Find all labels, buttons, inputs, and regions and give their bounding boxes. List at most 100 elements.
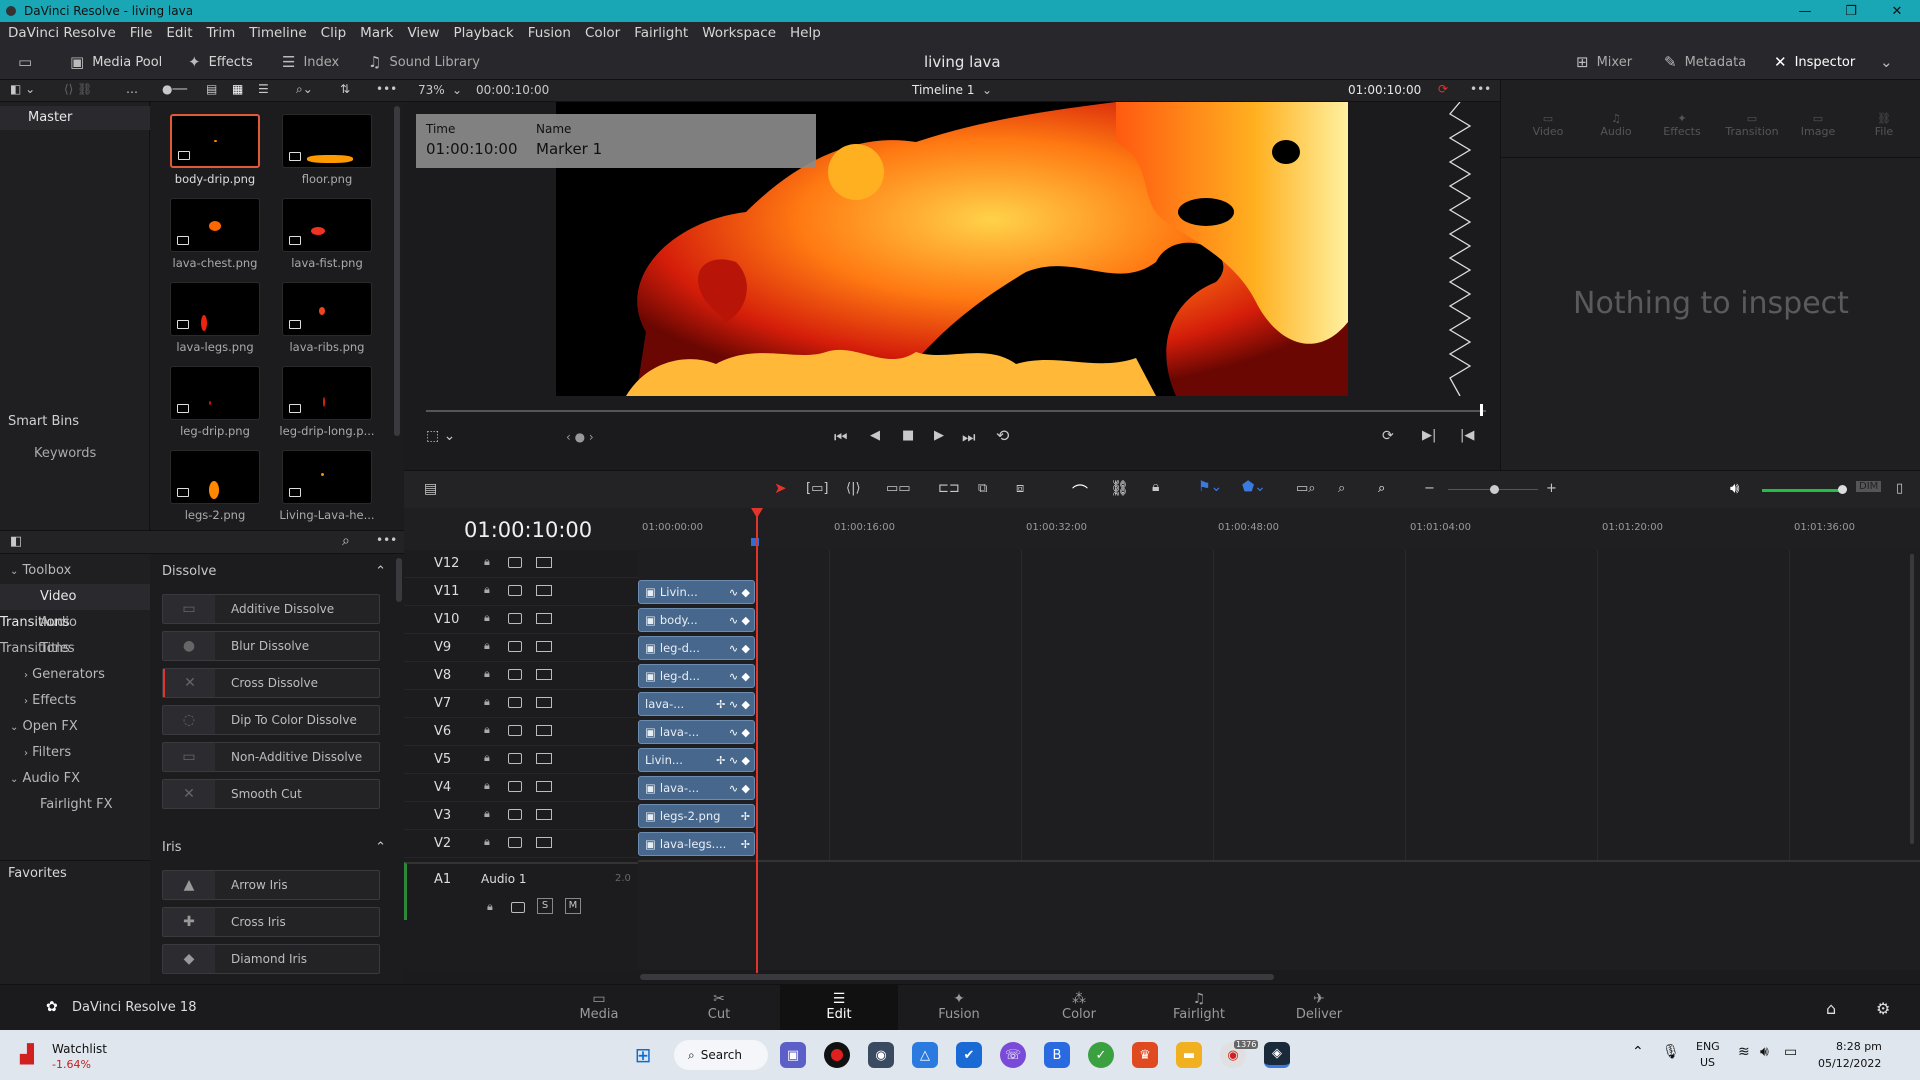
playhead-handle[interactable] [751,508,763,518]
lock-icon[interactable]: 🔒︎ [484,807,490,821]
dim-button[interactable]: DIM [1856,481,1882,492]
selection-tool-icon[interactable]: ➤ [774,479,787,497]
tab-video[interactable]: ▭ Video [1521,112,1575,138]
metadata-view-icon[interactable]: ▤ [206,82,217,96]
media-clip[interactable]: lava-legs.png [160,282,270,364]
track-header[interactable]: V7 🔒︎ [404,690,638,718]
track-header[interactable]: V9 🔒︎ [404,634,638,662]
track-header[interactable]: V3 🔒︎ [404,802,638,830]
play-icon[interactable]: ▶ [934,428,944,443]
mute-button[interactable]: M [565,898,581,914]
scrubber-bar[interactable] [426,410,1486,412]
timeline-track-area[interactable] [638,550,1920,980]
menu-edit[interactable]: Edit [166,25,192,41]
workspace-toggle-button[interactable]: ▭ [18,44,32,80]
tree-favorites[interactable]: Favorites [0,860,150,886]
davinci-taskbar-icon[interactable]: ◈ [1264,1042,1290,1068]
tab-audio[interactable]: ♫ Audio [1589,112,1643,138]
timeline-clip[interactable]: ▣ leg-d... ∿ ◆ [638,664,755,688]
lock-icon[interactable]: 🔒︎ [484,779,490,793]
menu-playback[interactable]: Playback [454,25,514,41]
fx-item[interactable]: ▲ Arrow Iris [162,870,380,900]
menu-fairlight[interactable]: Fairlight [634,25,688,41]
audio-track-header[interactable]: A1 Audio 1 2.0 🔒︎ S M [404,862,638,920]
fx-item[interactable]: ✕ Smooth Cut [162,779,380,809]
maximize-button[interactable]: ❐ [1828,4,1874,19]
zoom-detail-icon[interactable]: ⌕ [1338,481,1345,496]
play-reverse-icon[interactable]: ◀ [870,428,880,443]
menu-fusion[interactable]: Fusion [528,25,571,41]
media-clip[interactable]: lava-ribs.png [272,282,382,364]
minimize-button[interactable]: — [1782,4,1828,19]
position-lock-icon[interactable]: 🔒︎ [1152,479,1159,495]
timeline-clip[interactable]: ▣ body... ∿ ◆ [638,608,755,632]
auto-select-icon[interactable] [508,613,522,624]
link-icon[interactable]: ⟨⟩ ⛓ [64,82,92,96]
windows-start-icon[interactable]: ⊞ [630,1042,656,1068]
timeline-selector[interactable]: Timeline 1 [912,83,974,97]
replace-clip-icon[interactable]: ⧈ [1016,481,1024,496]
tree-video-transitions[interactable]: Video Transitions [0,584,150,630]
auto-select-icon[interactable] [508,641,522,652]
auto-select-icon[interactable] [508,669,522,680]
menu-mark[interactable]: Mark [360,25,393,41]
sort-icon[interactable]: ⇅ [340,82,350,96]
auto-select-icon[interactable] [508,781,522,792]
track-header[interactable]: V2 🔒︎ [404,830,638,858]
smart-bin-keywords[interactable]: Keywords [34,446,96,461]
dynamic-trim-icon[interactable]: ⟨|⟩ [846,481,861,496]
menu-color[interactable]: Color [585,25,620,41]
list-view-icon[interactable]: ☰ [258,82,269,96]
tab-file[interactable]: ⛓ File [1857,112,1911,138]
tab-effects[interactable]: ✦ Effects [1655,112,1709,138]
track-header[interactable]: V10 🔒︎ [404,606,638,634]
volume-slider-handle[interactable] [1838,485,1847,494]
fx-item[interactable]: ▭ Non-Additive Dissolve [162,742,380,772]
media-clip[interactable]: lava-fist.png [272,198,382,280]
match-frame-icon[interactable]: ⟳ [1382,428,1394,444]
auto-select-icon[interactable] [508,557,522,568]
sound-library-button[interactable]: ♫ Sound Library [368,44,480,80]
page-fusion[interactable]: ✦ Fusion [900,985,1018,1031]
fx-item[interactable]: ◌ Dip To Color Dissolve [162,705,380,735]
section-dissolve[interactable]: Dissolve ⌃ [162,564,386,579]
section-iris[interactable]: Iris ⌃ [162,840,386,855]
tree-toolbox[interactable]: ⌄ Toolbox [0,558,150,584]
zoom-slider-handle[interactable] [1490,485,1499,494]
crop-icon[interactable]: ⬚ ⌄ [426,428,455,444]
search-icon[interactable]: ⌕⌄ [296,82,313,97]
volume-slider[interactable] [1762,489,1842,492]
page-edit[interactable]: ☰ Edit [780,985,898,1031]
effects-scrollbar[interactable] [396,558,402,602]
media-pool-scrollbar[interactable] [394,106,400,436]
timeline-clip[interactable]: ▣ lava-... ∿ ◆ [638,720,755,744]
language-label[interactable]: ENG [1696,1040,1720,1053]
timeline-clip[interactable]: Livin... ✢ ∿ ◆ [638,748,755,772]
gear-icon[interactable]: ⚙ [1876,999,1890,1018]
volume-icon[interactable]: 🔊︎ [1730,479,1739,497]
menu-workspace[interactable]: Workspace [702,25,776,41]
zoom-in-icon[interactable]: + [1546,481,1557,496]
auto-select-icon[interactable] [508,585,522,596]
speaker-icon[interactable]: 🔊︎ [1760,1044,1769,1060]
zoom-full-icon[interactable]: ▭⌕ [1296,481,1316,496]
mixer-button[interactable]: ⊞ Mixer [1576,44,1632,80]
lock-icon[interactable]: 🔒︎ [484,667,490,681]
green-app-icon[interactable]: ✓ [1088,1042,1114,1068]
timeline-h-scrollbar[interactable] [640,974,1274,980]
media-clip[interactable]: legs-2.png [160,450,270,532]
bin-master[interactable]: Master [0,106,150,130]
brave-browser-icon[interactable]: ♛ [1132,1042,1158,1068]
auto-select-icon[interactable] [511,902,525,913]
timeline-clip[interactable]: ▣ legs-2.png ✢ [638,804,755,828]
fx-item[interactable]: ✚ Cross Iris [162,907,380,937]
skip-to-start-icon[interactable]: ⏮ [834,428,848,446]
tab-image[interactable]: ▭ Image [1791,112,1845,138]
panel-toggle-icon[interactable]: ◧ ⌄ [10,82,35,96]
sync-icon[interactable]: ⟳ [1438,82,1448,96]
more-icon[interactable]: ••• [376,533,397,547]
track-visible-icon[interactable] [536,557,552,568]
solo-button[interactable]: S [537,898,553,914]
inspector-button[interactable]: ✕ Inspector [1774,44,1855,80]
fx-item[interactable]: ✕ Cross Dissolve [162,668,380,698]
